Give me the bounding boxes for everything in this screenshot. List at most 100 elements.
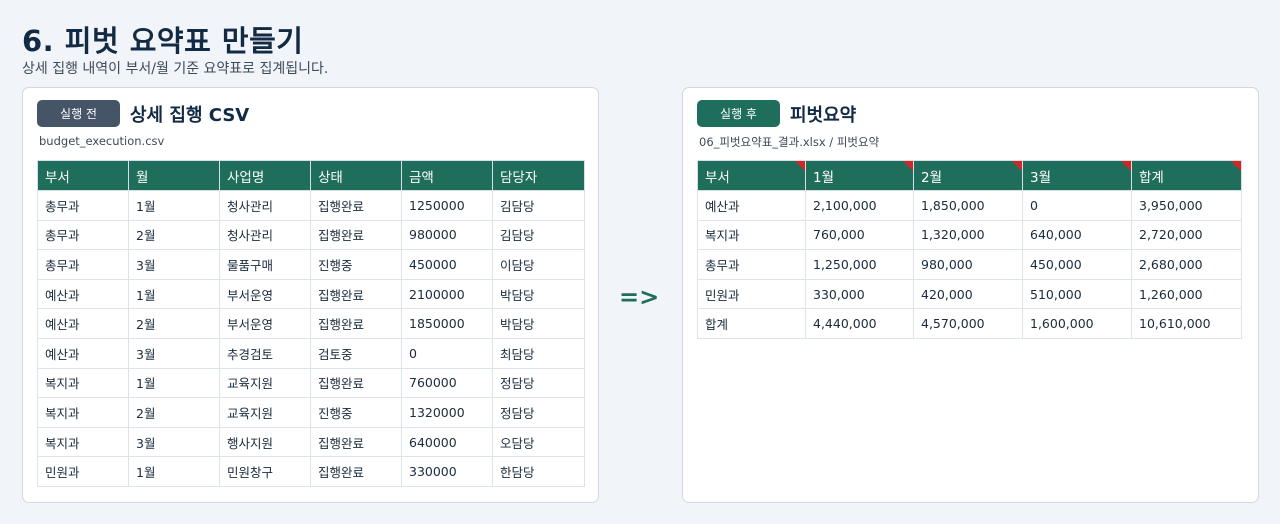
transform-arrow: => (619, 283, 660, 311)
table-cell[interactable]: 10,610,000 (1131, 308, 1242, 339)
column-header[interactable]: 1월 (805, 160, 914, 191)
table-cell[interactable]: 1,260,000 (1131, 278, 1242, 310)
table-cell[interactable]: 부서운영 (219, 308, 311, 339)
after-file-name: 06_피벗요약표_결과.xlsx / 피벗요약 (699, 135, 880, 149)
table-cell[interactable]: 1,320,000 (913, 219, 1023, 251)
table-cell[interactable]: 복지과 (37, 426, 129, 458)
table-cell[interactable]: 집행완료 (310, 426, 402, 458)
column-header[interactable]: 2월 (913, 160, 1023, 191)
table-cell[interactable]: 450,000 (1022, 249, 1132, 280)
table-cell[interactable]: 집행완료 (310, 190, 402, 221)
table-cell[interactable]: 0 (401, 337, 493, 369)
table-cell[interactable]: 복지과 (37, 367, 129, 399)
table-cell[interactable]: 집행완료 (310, 456, 402, 487)
table-row: 예산과 2월 부서운영 집행완료 1850000 박담당 (37, 308, 585, 339)
table-cell[interactable]: 760,000 (805, 219, 914, 251)
table-cell[interactable]: 980000 (401, 219, 493, 251)
table-cell[interactable]: 진행중 (310, 397, 402, 428)
column-header[interactable]: 합계 (1131, 160, 1242, 191)
column-header[interactable]: 담당자 (492, 160, 585, 191)
column-header[interactable]: 상태 (310, 160, 402, 191)
table-cell[interactable]: 980,000 (913, 249, 1023, 280)
table-cell[interactable]: 450000 (401, 249, 493, 280)
table-cell[interactable]: 이담당 (492, 249, 585, 280)
table-cell[interactable]: 복지과 (697, 219, 806, 251)
table-cell[interactable]: 1월 (128, 190, 220, 221)
table-cell[interactable]: 총무과 (37, 219, 129, 251)
table-cell[interactable]: 3월 (128, 426, 220, 458)
table-cell[interactable]: 오담당 (492, 426, 585, 458)
column-header[interactable]: 금액 (401, 160, 493, 191)
table-cell[interactable]: 760000 (401, 367, 493, 399)
table-cell[interactable]: 2,100,000 (805, 190, 914, 221)
table-cell[interactable]: 예산과 (37, 308, 129, 339)
table-cell[interactable]: 민원과 (697, 278, 806, 310)
table-cell[interactable]: 민원과 (37, 456, 129, 487)
table-cell[interactable]: 3월 (128, 249, 220, 280)
table-cell[interactable]: 2,680,000 (1131, 249, 1242, 280)
before-panel-title: 상세 집행 CSV (130, 105, 250, 126)
table-cell[interactable]: 1,850,000 (913, 190, 1023, 221)
table-cell[interactable]: 1,250,000 (805, 249, 914, 280)
table-cell[interactable]: 청사관리 (219, 190, 311, 221)
table-cell[interactable]: 2월 (128, 219, 220, 251)
table-cell[interactable]: 0 (1022, 190, 1132, 221)
table-cell[interactable]: 행사지원 (219, 426, 311, 458)
table-cell[interactable]: 부서운영 (219, 278, 311, 310)
table-cell[interactable]: 420,000 (913, 278, 1023, 310)
table-cell[interactable]: 총무과 (37, 190, 129, 221)
table-cell[interactable]: 총무과 (697, 249, 806, 280)
table-cell[interactable]: 합계 (697, 308, 806, 339)
table-cell[interactable]: 청사관리 (219, 219, 311, 251)
table-cell[interactable]: 집행완료 (310, 308, 402, 339)
table-cell[interactable]: 640000 (401, 426, 493, 458)
table-cell[interactable]: 예산과 (37, 337, 129, 369)
table-cell[interactable]: 1월 (128, 278, 220, 310)
table-cell[interactable]: 3월 (128, 337, 220, 369)
table-cell[interactable]: 물품구매 (219, 249, 311, 280)
table-cell[interactable]: 김담당 (492, 190, 585, 221)
table-cell[interactable]: 교육지원 (219, 367, 311, 399)
table-cell[interactable]: 2월 (128, 397, 220, 428)
table-cell[interactable]: 330000 (401, 456, 493, 487)
table-cell[interactable]: 검토중 (310, 337, 402, 369)
table-cell[interactable]: 1월 (128, 456, 220, 487)
table-cell[interactable]: 추경검토 (219, 337, 311, 369)
column-header[interactable]: 월 (128, 160, 220, 191)
table-cell[interactable]: 330,000 (805, 278, 914, 310)
table-cell[interactable]: 2,720,000 (1131, 219, 1242, 251)
table-cell[interactable]: 4,440,000 (805, 308, 914, 339)
table-cell[interactable]: 1850000 (401, 308, 493, 339)
column-header[interactable]: 부서 (37, 160, 129, 191)
table-cell[interactable]: 박담당 (492, 308, 585, 339)
table-cell[interactable]: 한담당 (492, 456, 585, 487)
table-cell[interactable]: 2월 (128, 308, 220, 339)
column-header[interactable]: 사업명 (219, 160, 311, 191)
table-cell[interactable]: 3,950,000 (1131, 190, 1242, 221)
table-cell[interactable]: 1,600,000 (1022, 308, 1132, 339)
table-cell[interactable]: 1250000 (401, 190, 493, 221)
table-cell[interactable]: 민원창구 (219, 456, 311, 487)
table-cell[interactable]: 1월 (128, 367, 220, 399)
table-cell[interactable]: 박담당 (492, 278, 585, 310)
column-header[interactable]: 부서 (697, 160, 806, 191)
table-cell[interactable]: 4,570,000 (913, 308, 1023, 339)
table-cell[interactable]: 최담당 (492, 337, 585, 369)
table-cell[interactable]: 정담당 (492, 397, 585, 428)
table-cell[interactable]: 예산과 (37, 278, 129, 310)
table-cell[interactable]: 집행완료 (310, 219, 402, 251)
table-cell[interactable]: 진행중 (310, 249, 402, 280)
table-cell[interactable]: 김담당 (492, 219, 585, 251)
table-cell[interactable]: 510,000 (1022, 278, 1132, 310)
table-cell[interactable]: 정담당 (492, 367, 585, 399)
column-header[interactable]: 3월 (1022, 160, 1132, 191)
table-cell[interactable]: 교육지원 (219, 397, 311, 428)
table-cell[interactable]: 집행완료 (310, 278, 402, 310)
table-cell[interactable]: 총무과 (37, 249, 129, 280)
table-cell[interactable]: 집행완료 (310, 367, 402, 399)
table-cell[interactable]: 예산과 (697, 190, 806, 221)
table-cell[interactable]: 1320000 (401, 397, 493, 428)
table-cell[interactable]: 2100000 (401, 278, 493, 310)
table-cell[interactable]: 640,000 (1022, 219, 1132, 251)
table-cell[interactable]: 복지과 (37, 397, 129, 428)
